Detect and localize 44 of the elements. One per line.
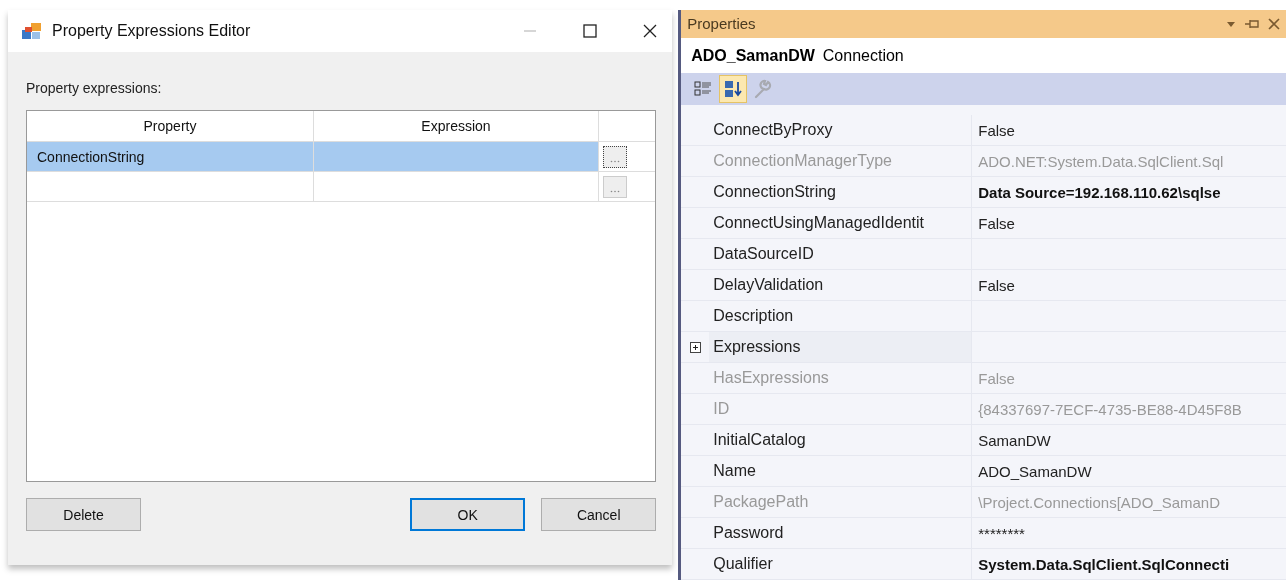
property-value[interactable]: System.Data.SqlClient.SqlConnecti — [978, 555, 1230, 573]
property-name[interactable]: ConnectByProxy — [713, 121, 833, 139]
window-title: Property Expressions Editor — [52, 22, 251, 40]
object-name: ADO_SamanDW — [691, 46, 815, 65]
property-value[interactable]: False — [978, 214, 1015, 232]
property-value[interactable]: Data Source=192.168.110.62\sqlse — [978, 183, 1221, 201]
ellipsis-button[interactable] — [603, 145, 627, 168]
sort-az-icon — [723, 79, 744, 100]
panel-title: Properties — [687, 15, 756, 33]
dialog-button[interactable]: Cancel — [541, 498, 657, 531]
column-header[interactable]: Property — [27, 111, 314, 141]
property-name[interactable]: InitialCatalog — [713, 431, 806, 449]
property-name[interactable]: DelayValidation — [713, 276, 824, 294]
expand-icon[interactable] — [689, 341, 701, 353]
pin-icon[interactable] — [1244, 17, 1260, 30]
property-name[interactable]: Name — [713, 462, 756, 480]
dropdown-icon[interactable] — [1226, 19, 1236, 28]
property-value[interactable]: False — [978, 121, 1015, 139]
column-header[interactable]: Expression — [314, 111, 599, 141]
property-name[interactable]: Password — [713, 524, 784, 542]
app-icon — [22, 22, 42, 40]
property-name[interactable]: Qualifier — [713, 555, 773, 573]
object-type: Connection — [822, 46, 904, 65]
ellipsis-icon — [610, 159, 620, 163]
property-name[interactable]: ConnectUsingManagedIdentit — [713, 214, 925, 232]
grid-cell[interactable] — [314, 142, 599, 171]
property-group[interactable]: Expressions — [713, 338, 801, 356]
wrench-icon — [753, 79, 774, 100]
close-icon[interactable] — [642, 23, 659, 39]
property-value[interactable]: ADO_SamanDW — [978, 462, 1092, 480]
property-value[interactable]: ******** — [978, 524, 1025, 542]
dialog-button[interactable]: OK — [410, 498, 526, 531]
categorized-icon — [694, 80, 713, 99]
ellipsis-icon — [610, 189, 620, 193]
dialog-button[interactable]: Delete — [26, 498, 141, 531]
toolbar-button[interactable] — [719, 75, 748, 104]
property-name[interactable]: Description — [713, 307, 794, 325]
grid-label: Property expressions: — [26, 80, 162, 96]
property-name[interactable]: ConnectionString — [713, 183, 836, 201]
grid-cell[interactable]: ConnectionString — [27, 142, 314, 171]
property-name[interactable]: DataSourceID — [713, 245, 814, 263]
property-value[interactable]: SamanDW — [978, 431, 1051, 449]
property-value[interactable]: False — [978, 276, 1015, 294]
maximize-icon[interactable] — [582, 23, 599, 39]
